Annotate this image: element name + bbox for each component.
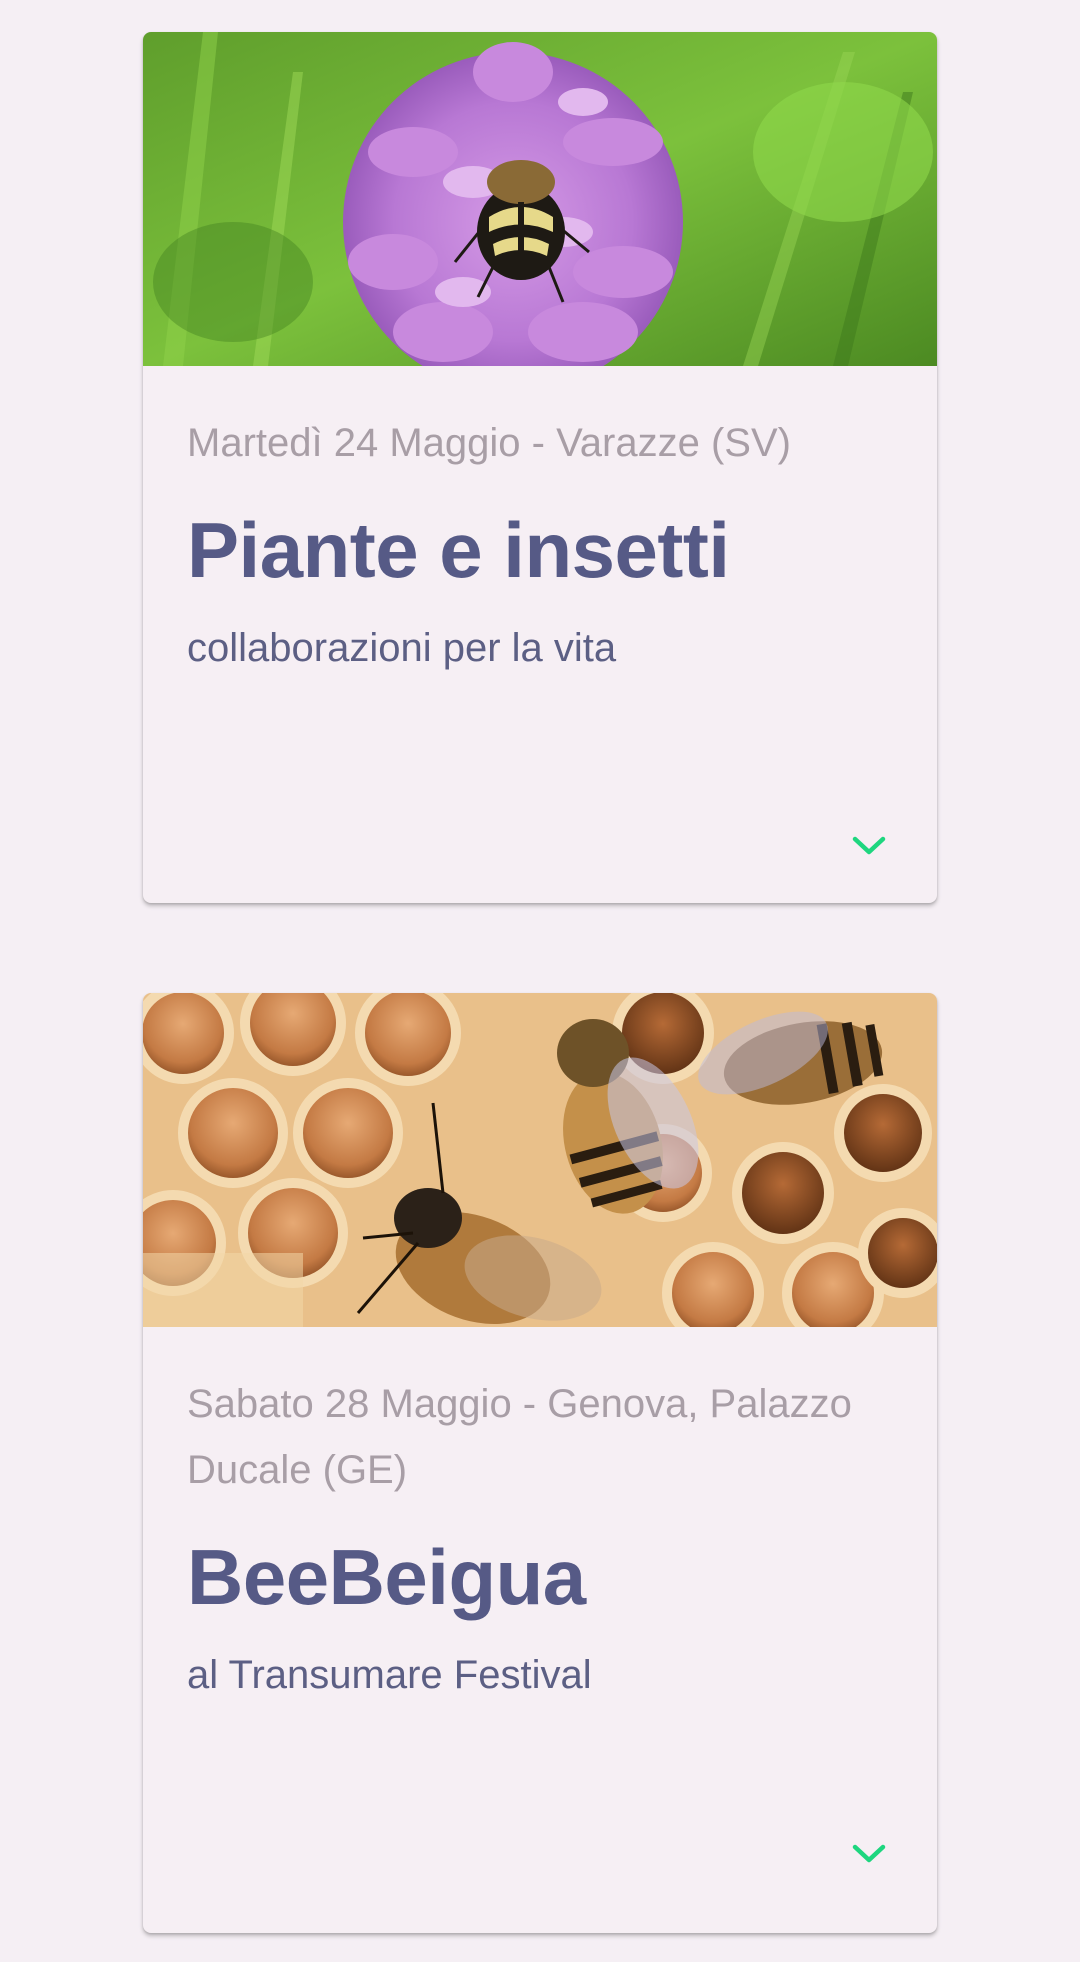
event-title: Piante e insetti (187, 506, 730, 594)
honeybees-on-honeycomb-photo (143, 993, 937, 1327)
event-date: Martedì 24 Maggio - Varazze (SV) (187, 421, 791, 465)
event-card-body: Sabato 28 Maggio - Genova, Palazzo Ducal… (143, 1327, 937, 1703)
chevron-down-icon (852, 1844, 886, 1863)
event-feed: Martedì 24 Maggio - Varazze (SV) Piante … (0, 0, 1080, 1962)
chevron-down-icon (852, 836, 886, 855)
event-card[interactable]: Martedì 24 Maggio - Varazze (SV) Piante … (143, 32, 937, 903)
event-image-orchid (143, 32, 937, 366)
event-title: BeeBeigua (187, 1533, 586, 1621)
orchid-with-beetle-photo (143, 32, 937, 366)
expand-button[interactable] (845, 822, 893, 870)
event-subtitle: collaborazioni per la vita (187, 626, 617, 670)
event-date: Sabato 28 Maggio - Genova, Palazzo Ducal… (187, 1382, 852, 1492)
event-card-body: Martedì 24 Maggio - Varazze (SV) Piante … (143, 366, 937, 676)
event-image-bees (143, 993, 937, 1327)
event-card[interactable]: Sabato 28 Maggio - Genova, Palazzo Ducal… (143, 993, 937, 1933)
expand-button[interactable] (845, 1830, 893, 1878)
event-subtitle: al Transumare Festival (187, 1653, 592, 1697)
